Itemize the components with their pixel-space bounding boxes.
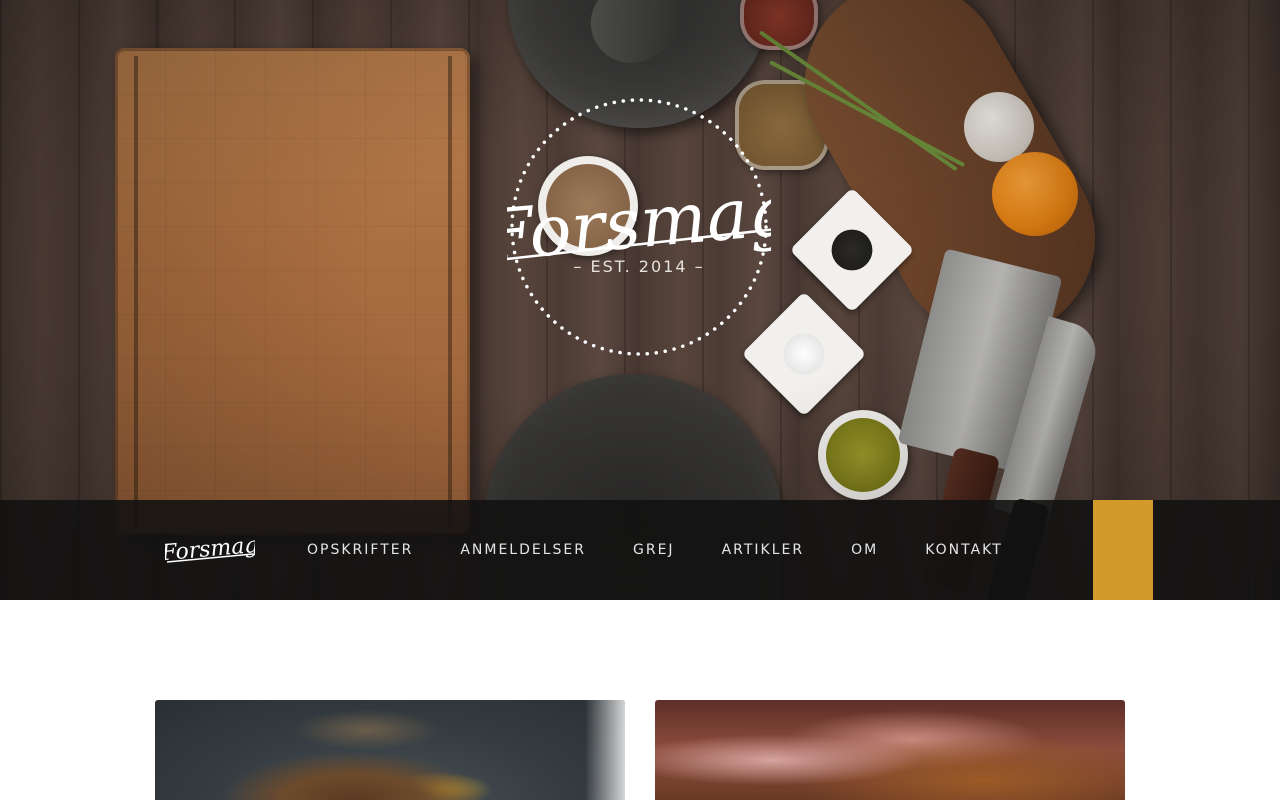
search-button[interactable] [1093, 500, 1153, 600]
logo-established-text: – EST. 2014 – [573, 257, 705, 276]
nav-item-artikler[interactable]: ARTIKLER [722, 542, 805, 558]
nav-item-opskrifter[interactable]: OPSKRIFTER [307, 542, 413, 558]
site-logo-badge[interactable]: Forsmag – EST. 2014 – [479, 97, 796, 357]
post-grid [155, 700, 1125, 800]
nav-item-om[interactable]: OM [851, 542, 878, 558]
logo-circle: Forsmag [479, 98, 796, 356]
post-card-image[interactable] [155, 700, 625, 800]
nav-item-kontakt[interactable]: KONTAKT [925, 542, 1003, 558]
nav-item-anmeldelser[interactable]: ANMELDELSER [460, 542, 586, 558]
nav-logo[interactable]: Forsmag [165, 534, 255, 566]
main-navbar: Forsmag OPSKRIFTER ANMELDELSER GREJ ARTI… [0, 500, 1280, 600]
post-card-image[interactable] [655, 700, 1125, 800]
nav-item-grej[interactable]: GREJ [633, 542, 675, 558]
nav-menu: OPSKRIFTER ANMELDELSER GREJ ARTIKLER OM … [307, 500, 1050, 600]
